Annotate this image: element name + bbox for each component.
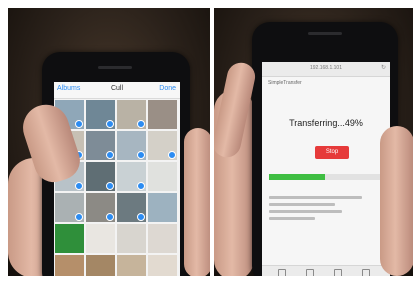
url-text: 192.168.1.101 xyxy=(310,65,342,71)
photo-thumbnail[interactable] xyxy=(117,255,146,276)
progress-bar xyxy=(269,174,383,180)
photo-thumbnail[interactable] xyxy=(148,131,177,160)
selected-check-icon xyxy=(75,182,83,190)
done-button[interactable]: Done xyxy=(159,85,176,92)
share-icon[interactable] xyxy=(306,269,314,276)
photo-thumbnail[interactable] xyxy=(86,224,115,253)
selected-check-icon xyxy=(106,151,114,159)
selected-check-icon xyxy=(137,213,145,221)
status-line xyxy=(269,217,315,220)
status-line xyxy=(269,203,336,206)
photo-thumbnail[interactable] xyxy=(117,162,146,191)
browser-toolbar xyxy=(262,265,390,276)
selected-check-icon xyxy=(106,213,114,221)
photo-thumbnail[interactable] xyxy=(148,162,177,191)
photo-thumbnail[interactable] xyxy=(86,162,115,191)
selected-check-icon xyxy=(137,120,145,128)
photo-thumbnail[interactable] xyxy=(117,224,146,253)
photo-thumbnail[interactable] xyxy=(86,131,115,160)
left-photo-panel: Albums Cull Done xyxy=(8,8,210,276)
selected-check-icon xyxy=(75,120,83,128)
selected-check-icon xyxy=(106,120,114,128)
right-photo-panel: 192.168.1.101 ↻ SimpleTransfer Transferr… xyxy=(214,8,413,276)
progress-fill xyxy=(269,174,325,180)
tabs-icon[interactable] xyxy=(362,269,370,276)
photo-thumbnail[interactable] xyxy=(148,193,177,222)
photo-thumbnail[interactable] xyxy=(86,100,115,129)
photo-thumbnail[interactable] xyxy=(117,131,146,160)
status-line xyxy=(269,196,363,199)
selected-check-icon xyxy=(168,151,176,159)
app-header: SimpleTransfer xyxy=(268,80,302,86)
phone-transfer: 192.168.1.101 ↻ SimpleTransfer Transferr… xyxy=(252,22,398,276)
selected-check-icon xyxy=(75,213,83,221)
photo-thumbnail[interactable] xyxy=(117,193,146,222)
status-line xyxy=(269,210,342,213)
status-text-lines xyxy=(269,196,383,224)
phone-speaker xyxy=(98,66,132,69)
selected-check-icon xyxy=(137,182,145,190)
gallery-screen: Albums Cull Done xyxy=(54,82,180,276)
photo-thumbnail[interactable] xyxy=(55,193,84,222)
photo-thumbnail[interactable] xyxy=(55,224,84,253)
photo-thumbnail[interactable] xyxy=(55,255,84,276)
video-frame: Albums Cull Done 192.168.1.101 ↻ SimpleT… xyxy=(0,0,419,283)
selected-check-icon xyxy=(106,182,114,190)
transfer-screen: 192.168.1.101 ↻ SimpleTransfer Transferr… xyxy=(262,62,390,276)
reload-icon[interactable]: ↻ xyxy=(381,64,386,71)
stop-button[interactable]: Stop xyxy=(315,146,349,159)
left-hand-fingers xyxy=(184,128,210,276)
bookmarks-icon[interactable] xyxy=(334,269,342,276)
photo-thumbnail[interactable] xyxy=(86,193,115,222)
photo-thumbnail[interactable] xyxy=(148,224,177,253)
back-icon[interactable] xyxy=(278,269,286,276)
browser-url-bar[interactable]: 192.168.1.101 ↻ xyxy=(262,62,390,77)
photo-thumbnail[interactable] xyxy=(117,100,146,129)
gallery-nav-bar: Albums Cull Done xyxy=(54,82,180,99)
selected-check-icon xyxy=(137,151,145,159)
photo-thumbnail[interactable] xyxy=(148,255,177,276)
phone-speaker xyxy=(308,32,342,35)
transfer-status: Transferring...49% xyxy=(289,118,363,128)
photo-thumbnail[interactable] xyxy=(148,100,177,129)
right-hand-fingers xyxy=(380,126,413,276)
photo-thumbnail[interactable] xyxy=(86,255,115,276)
